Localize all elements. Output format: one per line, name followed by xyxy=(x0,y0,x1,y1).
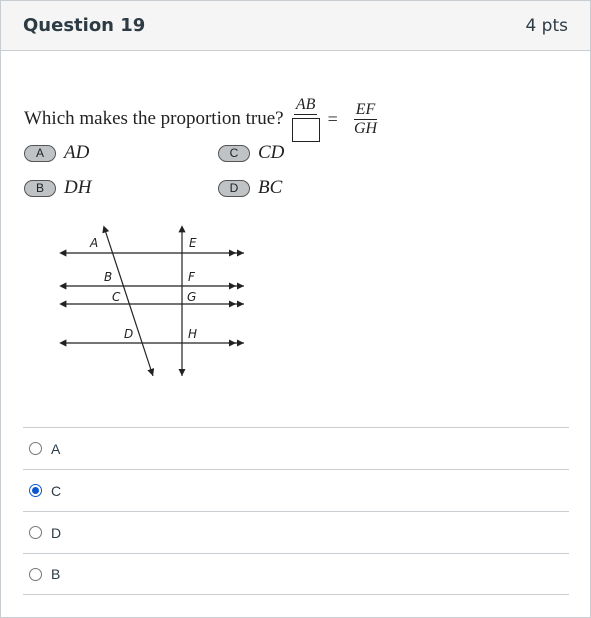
radio-button[interactable] xyxy=(29,567,42,581)
equals-sign: = xyxy=(327,108,338,129)
rhs-numerator: EF xyxy=(353,100,378,120)
choice-letter: A xyxy=(24,144,56,162)
question-prompt: Which makes the proportion true? AB = EF… xyxy=(24,96,378,142)
choice-value: DH xyxy=(64,177,92,198)
choice-letter: C xyxy=(218,144,250,162)
prompt-text: Which makes the proportion true? xyxy=(24,108,284,129)
lhs-numerator: AB xyxy=(293,96,318,115)
answer-option-c[interactable]: C xyxy=(23,469,569,511)
answer-option-b[interactable]: B xyxy=(23,553,569,595)
answer-label: D xyxy=(51,524,62,541)
answer-label: A xyxy=(51,440,61,457)
rhs-fraction: EF GH xyxy=(353,100,378,138)
label-f: F xyxy=(188,270,196,284)
question-card: Question 19 4 pts Which makes the propor… xyxy=(0,0,591,618)
question-title: Question 19 xyxy=(23,15,146,36)
image-choice-d: D BC xyxy=(218,177,282,199)
choice-value: CD xyxy=(258,142,285,163)
choice-value: BC xyxy=(258,177,283,198)
label-e: E xyxy=(189,236,197,250)
label-g: G xyxy=(187,290,196,304)
choice-value: AD xyxy=(64,142,90,163)
image-choice-a: A AD xyxy=(24,142,89,164)
image-choice-c: C CD xyxy=(218,142,284,164)
rhs-denominator: GH xyxy=(353,119,378,137)
question-image: Which makes the proportion true? AB = EF… xyxy=(1,52,590,412)
choice-letter: D xyxy=(218,179,250,197)
image-choice-b: B DH xyxy=(24,177,91,199)
label-d: D xyxy=(124,327,133,341)
blank-box xyxy=(291,118,320,142)
label-c: C xyxy=(112,290,121,304)
answer-option-a[interactable]: A xyxy=(23,427,569,469)
question-points: 4 pts xyxy=(525,15,568,36)
parallel-lines-diagram: A B C D E F G H xyxy=(59,225,244,377)
radio-button[interactable] xyxy=(29,442,42,455)
radio-button[interactable] xyxy=(29,526,42,539)
answer-list: A C D B xyxy=(23,427,569,595)
answer-label: C xyxy=(51,482,62,499)
lhs-fraction: AB xyxy=(291,96,320,142)
answer-label: B xyxy=(51,566,61,582)
label-b: B xyxy=(104,270,112,284)
choice-letter: B xyxy=(24,179,56,197)
question-header: Question 19 4 pts xyxy=(1,1,590,51)
answer-option-d[interactable]: D xyxy=(23,511,569,553)
label-a: A xyxy=(89,236,98,250)
radio-button-selected[interactable] xyxy=(29,484,42,497)
label-h: H xyxy=(188,327,197,341)
